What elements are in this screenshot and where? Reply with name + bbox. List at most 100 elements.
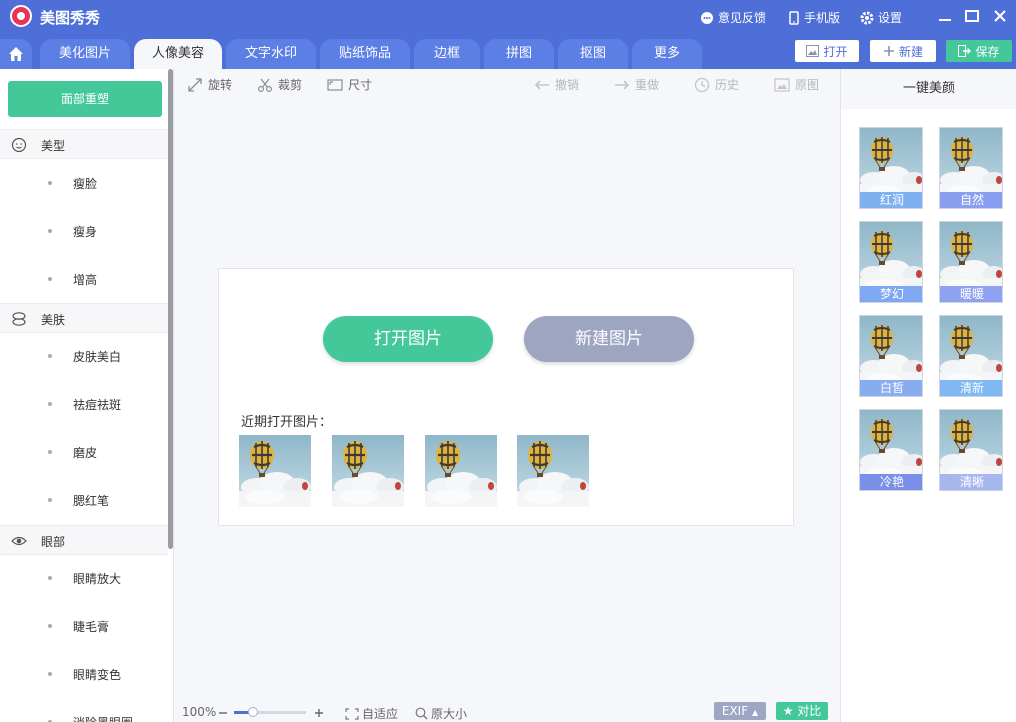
open-button[interactable]: 打开: [795, 40, 859, 62]
image-icon: [806, 45, 820, 57]
open-image-button[interactable]: 打开图片: [323, 316, 493, 362]
feedback-link[interactable]: 意见反馈: [700, 9, 766, 26]
compare-button[interactable]: ★ 对比: [776, 702, 828, 720]
actual-size-button[interactable]: 原大小: [415, 705, 467, 722]
face-reshape-button[interactable]: 面部重塑: [8, 81, 162, 117]
item-label: 皮肤美白: [73, 350, 122, 364]
item-dark-circles[interactable]: 消除黑眼圈: [0, 710, 168, 722]
crop-tool[interactable]: 裁剪: [257, 76, 302, 93]
item-face-slim[interactable]: 瘦脸: [0, 171, 168, 195]
new-button[interactable]: 新建: [870, 40, 936, 62]
tab-cutout[interactable]: 抠图: [558, 39, 628, 69]
skin-icon: [12, 312, 26, 326]
new-image-button[interactable]: 新建图片: [524, 316, 694, 362]
item-mascara[interactable]: 睫毛膏: [0, 614, 168, 638]
resize-icon: [327, 78, 343, 91]
recent-image-thumbnail[interactable]: [517, 435, 589, 507]
minimize-icon[interactable]: [936, 7, 954, 25]
tab-bar: 美化图片 人像美容 文字水印 贴纸饰品 边框 拼图 抠图 更多 打开 新建 保存: [0, 32, 1016, 69]
bullet-icon: [48, 624, 52, 628]
bullet-icon: [48, 277, 52, 281]
preset-label: 白皙: [860, 380, 922, 396]
fit-button[interactable]: 自适应: [345, 705, 398, 722]
one-click-beauty-title: 一键美颜: [841, 69, 1016, 109]
app-title: 美图秀秀: [40, 9, 101, 27]
bullet-icon: [48, 672, 52, 676]
item-body-slim[interactable]: 瘦身: [0, 219, 168, 243]
preset-tile[interactable]: 清晰: [939, 409, 1003, 491]
recent-image-thumbnail[interactable]: [239, 435, 311, 507]
item-label: 磨皮: [73, 446, 98, 460]
undo-icon: [534, 79, 549, 90]
title-bar: 美图秀秀 意见反馈 手机版 设置: [0, 0, 1016, 32]
category-skin[interactable]: 美肤: [0, 303, 168, 333]
preset-tile[interactable]: 白皙: [859, 315, 923, 397]
close-icon[interactable]: [991, 7, 1009, 25]
chat-icon: [701, 11, 713, 24]
tab-more[interactable]: 更多: [632, 39, 702, 69]
item-label: 瘦脸: [73, 177, 98, 191]
preset-tile[interactable]: 自然: [939, 127, 1003, 209]
zoom-in-icon[interactable]: [314, 708, 324, 718]
preset-tile[interactable]: 暖暖: [939, 221, 1003, 303]
picture-icon: [774, 77, 790, 92]
recent-image-thumbnail[interactable]: [332, 435, 404, 507]
zoom-out-icon[interactable]: [218, 708, 228, 718]
zoom-slider-handle[interactable]: [248, 707, 258, 717]
size-tool[interactable]: 尺寸: [327, 76, 372, 93]
rotate-icon: [188, 77, 202, 92]
size-label: 尺寸: [348, 78, 373, 92]
fit-icon: [345, 707, 359, 720]
category-shape[interactable]: 美型: [0, 129, 168, 159]
bullet-icon: [48, 498, 52, 502]
item-whitening[interactable]: 皮肤美白: [0, 344, 168, 368]
tab-text-watermark[interactable]: 文字水印: [226, 39, 316, 69]
balloon-image: [425, 435, 497, 507]
item-eye-color[interactable]: 眼睛变色: [0, 662, 168, 686]
open-button-label: 打开: [823, 44, 848, 59]
category-eyes[interactable]: 眼部: [0, 525, 168, 555]
settings-link[interactable]: 设置: [860, 9, 902, 26]
home-tab[interactable]: [0, 39, 32, 69]
save-button[interactable]: 保存: [946, 40, 1012, 62]
bullet-icon: [48, 354, 52, 358]
history-tool[interactable]: 历史: [694, 76, 739, 93]
preset-label: 自然: [940, 192, 1002, 208]
original-label: 原图: [795, 78, 820, 92]
tab-frame[interactable]: 边框: [414, 39, 480, 69]
zoom-slider[interactable]: [234, 707, 306, 717]
mobile-link[interactable]: 手机版: [788, 9, 840, 26]
balloon-image: [517, 435, 589, 507]
undo-tool[interactable]: 撤销: [534, 76, 579, 93]
face-icon: [11, 137, 27, 153]
left-panel: 面部重塑 美型 瘦脸 瘦身 增高 美肤 皮肤美白 祛痘祛斑 磨皮 腮红笔 眼部 …: [0, 69, 174, 722]
original-tool[interactable]: 原图: [774, 76, 819, 93]
item-blush[interactable]: 腮红笔: [0, 488, 168, 512]
item-label: 消除黑眼圈: [73, 714, 133, 722]
preset-label: 清晰: [940, 474, 1002, 490]
tab-stickers[interactable]: 贴纸饰品: [320, 39, 410, 69]
preset-tile[interactable]: 清新: [939, 315, 1003, 397]
start-card: 打开图片 新建图片 近期打开图片：: [218, 268, 794, 526]
preset-tile[interactable]: 梦幻: [859, 221, 923, 303]
tab-collage[interactable]: 拼图: [484, 39, 554, 69]
bullet-icon: [48, 402, 52, 406]
preset-tile[interactable]: 红润: [859, 127, 923, 209]
triangle-up-icon: ▲: [751, 708, 759, 717]
item-smooth[interactable]: 磨皮: [0, 440, 168, 464]
item-height[interactable]: 增高: [0, 267, 168, 291]
history-label: 历史: [715, 78, 740, 92]
item-acne[interactable]: 祛痘祛斑: [0, 392, 168, 416]
preset-label: 暖暖: [940, 286, 1002, 302]
preset-tile[interactable]: 冷艳: [859, 409, 923, 491]
tab-portrait[interactable]: 人像美容: [134, 39, 222, 69]
maximize-icon[interactable]: [963, 7, 981, 25]
item-eye-enlarge[interactable]: 眼睛放大: [0, 566, 168, 590]
left-panel-scrollbar[interactable]: [168, 69, 173, 549]
bullet-icon: [48, 576, 52, 580]
exif-button[interactable]: EXIF ▲: [714, 702, 766, 720]
redo-tool[interactable]: 重做: [614, 76, 659, 93]
rotate-tool[interactable]: 旋转: [187, 76, 232, 93]
tab-beautify[interactable]: 美化图片: [40, 39, 130, 69]
recent-image-thumbnail[interactable]: [425, 435, 497, 507]
